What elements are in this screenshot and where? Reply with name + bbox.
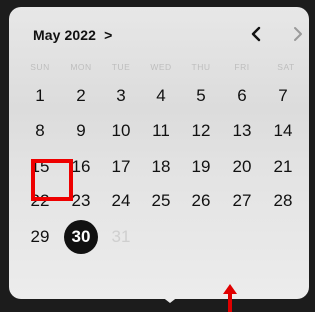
- weekday-label: WED: [150, 62, 172, 72]
- weekday-label: FRI: [234, 62, 250, 72]
- day-cell[interactable]: 16: [64, 150, 98, 184]
- previous-month-button[interactable]: [243, 21, 269, 47]
- day-cell[interactable]: 7: [266, 79, 300, 113]
- day-cell[interactable]: 15: [23, 150, 57, 184]
- day-cell[interactable]: 11: [144, 114, 178, 148]
- day-cell[interactable]: 26: [184, 184, 218, 218]
- next-month-button[interactable]: [285, 21, 309, 47]
- weekday-label: SAT: [277, 62, 295, 72]
- weekday-label: THU: [191, 62, 211, 72]
- date-picker-popover: May 2022 > SUN MON TUE WED THU FRI SAT 1…: [9, 7, 309, 299]
- day-cell[interactable]: 8: [23, 114, 57, 148]
- day-cell[interactable]: 28: [266, 184, 300, 218]
- weekday-header-row: SUN MON TUE WED THU FRI SAT: [9, 62, 309, 78]
- day-cell[interactable]: 6: [225, 79, 259, 113]
- day-cell[interactable]: 21: [266, 150, 300, 184]
- day-cell[interactable]: 30: [64, 220, 98, 254]
- day-cell[interactable]: 25: [144, 184, 178, 218]
- day-cell[interactable]: 18: [144, 150, 178, 184]
- weekday-label: SUN: [30, 62, 50, 72]
- day-cell[interactable]: 13: [225, 114, 259, 148]
- day-cell[interactable]: 22: [23, 184, 57, 218]
- day-cell[interactable]: 23: [64, 184, 98, 218]
- day-cell[interactable]: 2: [64, 79, 98, 113]
- day-cell[interactable]: 1: [23, 79, 57, 113]
- month-year-button[interactable]: May 2022 >: [33, 27, 112, 43]
- day-cell[interactable]: 3: [104, 79, 138, 113]
- weekday-label: TUE: [111, 62, 131, 72]
- month-year-label: May 2022: [33, 27, 97, 43]
- day-cell[interactable]: 17: [104, 150, 138, 184]
- day-cell[interactable]: 27: [225, 184, 259, 218]
- annotation-arrow-icon: [223, 284, 237, 312]
- day-cell[interactable]: 10: [104, 114, 138, 148]
- popover-pointer: [161, 296, 179, 303]
- calendar-header: May 2022 >: [9, 7, 309, 47]
- month-chevron: >: [104, 27, 113, 43]
- day-cell[interactable]: 24: [104, 184, 138, 218]
- day-cell[interactable]: 9: [64, 114, 98, 148]
- screen-background: May 2022 > SUN MON TUE WED THU FRI SAT 1…: [0, 0, 315, 312]
- day-cell[interactable]: 29: [23, 220, 57, 254]
- weekday-label: MON: [70, 62, 92, 72]
- day-cell[interactable]: 14: [266, 114, 300, 148]
- chevron-left-icon: [251, 26, 261, 42]
- day-cell[interactable]: 20: [225, 150, 259, 184]
- day-cell[interactable]: 19: [184, 150, 218, 184]
- day-cell[interactable]: 4: [144, 79, 178, 113]
- day-cell[interactable]: 12: [184, 114, 218, 148]
- day-cell[interactable]: 5: [184, 79, 218, 113]
- day-cell[interactable]: 31: [104, 220, 138, 254]
- chevron-right-icon: [294, 27, 302, 41]
